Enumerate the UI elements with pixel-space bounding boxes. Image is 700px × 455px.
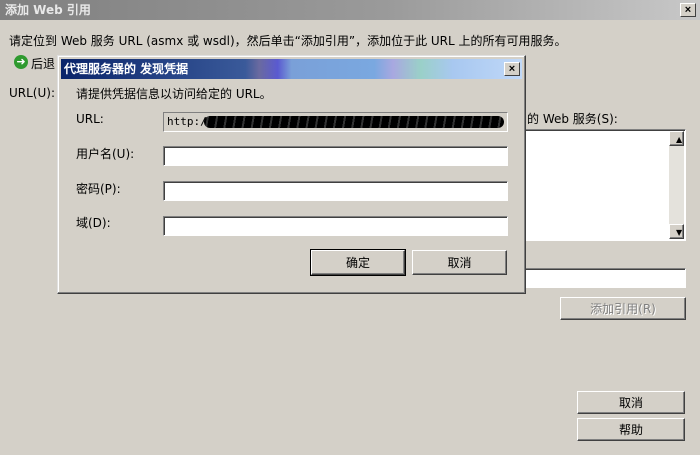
main-title-bar: 添加 Web 引用 × [0,0,700,20]
add-reference-button[interactable]: 添加引用(R) [560,297,686,320]
url-label: URL(U): [9,86,55,100]
main-close-button[interactable]: × [680,3,696,17]
close-icon: × [508,63,516,75]
down-arrow-icon: ▼ [676,228,683,237]
services-scrollbar[interactable]: ▲ ▼ [669,131,684,239]
web-services-list[interactable]: ▲ ▼ [520,129,686,241]
close-icon: × [684,4,692,16]
scroll-down-button[interactable]: ▼ [669,224,684,239]
password-input[interactable] [163,181,508,201]
back-button[interactable]: ➜ 后退 [12,54,58,71]
dialog-cancel-button[interactable]: 取消 [412,250,507,275]
ok-button[interactable]: 确定 [310,249,406,276]
username-input[interactable] [163,146,508,166]
help-button[interactable]: 帮助 [577,418,685,441]
scroll-up-button[interactable]: ▲ [669,131,684,146]
domain-input[interactable] [163,216,508,236]
dialog-url-value: http:// [163,112,508,132]
web-reference-name-field[interactable] [520,268,686,288]
username-label: 用户名(U): [76,147,135,161]
dialog-title-bar: 代理服务器的 发现凭据 × [61,59,522,79]
dialog-close-button[interactable]: × [504,62,520,76]
web-services-label: 的 Web 服务(S): [527,112,618,126]
back-label: 后退 [31,57,56,71]
main-cancel-button[interactable]: 取消 [577,391,685,414]
dialog-title: 代理服务器的 发现凭据 [64,62,189,76]
redaction-scribble [204,116,504,128]
password-label: 密码(P): [76,182,121,196]
instruction-text: 请定位到 Web 服务 URL (asmx 或 wsdl)，然后单击“添加引用”… [9,34,567,48]
credentials-dialog: 代理服务器的 发现凭据 × 请提供凭据信息以访问给定的 URL。 URL: ht… [57,55,526,294]
domain-label: 域(D): [76,216,111,230]
up-arrow-icon: ▲ [676,135,683,144]
back-arrow-icon: ➜ [14,55,28,69]
dialog-prompt: 请提供凭据信息以访问给定的 URL。 [76,87,272,101]
main-window-title: 添加 Web 引用 [5,3,91,17]
dialog-url-label: URL: [76,112,104,126]
